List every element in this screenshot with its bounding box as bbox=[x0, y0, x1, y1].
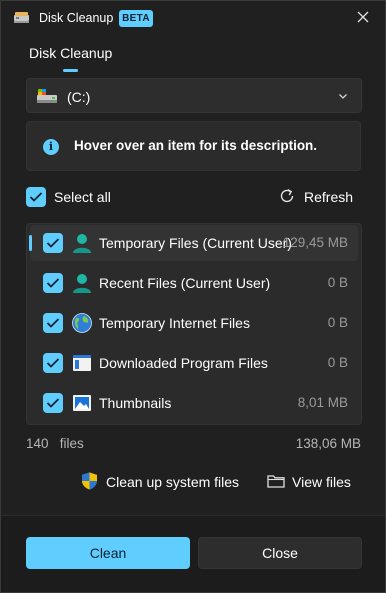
disk-cleanup-app-icon bbox=[14, 12, 29, 23]
info-text: Hover over an item for its description. bbox=[74, 138, 318, 153]
view-files-button[interactable]: View files bbox=[267, 471, 357, 493]
image-icon bbox=[73, 395, 91, 411]
files-count: 140 files bbox=[26, 436, 84, 451]
clean-button[interactable]: Clean bbox=[26, 537, 190, 569]
item-name: Recent Files (Current User) bbox=[99, 275, 271, 291]
disk-cleanup-window: Disk Cleanup BETA Disk Cleanup (C:) i Ho… bbox=[0, 0, 386, 593]
item-size: 0 B bbox=[327, 275, 348, 290]
user-icon bbox=[73, 274, 91, 293]
item-name: Temporary Files (Current User) bbox=[99, 235, 292, 251]
folder-icon bbox=[267, 475, 285, 488]
list-item-downloaded-program-files[interactable]: Downloaded Program Files 0 B bbox=[30, 345, 358, 381]
item-checkbox[interactable] bbox=[43, 313, 63, 333]
close-window-icon[interactable] bbox=[353, 7, 373, 27]
window-app-icon bbox=[73, 355, 91, 371]
refresh-icon bbox=[280, 188, 294, 203]
item-checkbox[interactable] bbox=[43, 393, 63, 413]
close-button[interactable]: Close bbox=[198, 537, 362, 569]
drive-icon bbox=[37, 89, 57, 103]
info-icon: i bbox=[43, 139, 59, 155]
chevron-down-icon bbox=[339, 94, 347, 99]
item-size: 0 B bbox=[327, 355, 348, 370]
item-checkbox[interactable] bbox=[43, 353, 63, 373]
cleanup-items-list: Temporary Files (Current User) 129,45 MB… bbox=[26, 223, 362, 425]
tab-active-indicator bbox=[63, 69, 78, 72]
uac-shield-icon bbox=[82, 472, 97, 490]
title-bar: Disk Cleanup BETA bbox=[1, 1, 385, 35]
item-size: 8,01 MB bbox=[297, 395, 348, 410]
select-all-checkbox[interactable] bbox=[26, 187, 46, 207]
selection-indicator bbox=[29, 235, 32, 251]
info-bar: i Hover over an item for its description… bbox=[26, 121, 361, 171]
dialog-footer: Clean Close bbox=[1, 515, 385, 592]
item-size: 129,45 MB bbox=[282, 235, 348, 250]
checkmark-icon bbox=[29, 192, 43, 202]
item-name: Downloaded Program Files bbox=[99, 355, 268, 371]
item-size: 0 B bbox=[327, 315, 348, 330]
view-files-label: View files bbox=[292, 474, 351, 490]
list-item-thumbnails[interactable]: Thumbnails 8,01 MB bbox=[30, 385, 358, 421]
drive-select[interactable]: (C:) bbox=[26, 78, 362, 113]
item-name: Temporary Internet Files bbox=[99, 315, 250, 331]
item-checkbox[interactable] bbox=[43, 233, 63, 253]
checkmark-icon bbox=[46, 358, 60, 368]
total-size: 138,06 MB bbox=[295, 436, 361, 451]
checkmark-icon bbox=[46, 398, 60, 408]
list-item-temporary-internet-files[interactable]: Temporary Internet Files 0 B bbox=[30, 305, 358, 341]
item-checkbox[interactable] bbox=[43, 273, 63, 293]
list-item-recent-files[interactable]: Recent Files (Current User) 0 B bbox=[30, 265, 358, 301]
refresh-button[interactable]: Refresh bbox=[278, 186, 358, 208]
user-icon bbox=[73, 234, 91, 253]
clean-system-files-label: Clean up system files bbox=[106, 474, 240, 490]
checkmark-icon bbox=[46, 318, 60, 328]
checkmark-icon bbox=[46, 278, 60, 288]
refresh-label: Refresh bbox=[304, 189, 354, 205]
select-all-label[interactable]: Select all bbox=[54, 189, 111, 205]
list-item-temporary-files[interactable]: Temporary Files (Current User) 129,45 MB bbox=[29, 225, 358, 261]
item-name: Thumbnails bbox=[99, 395, 172, 411]
drive-select-value: (C:) bbox=[67, 89, 91, 105]
clean-system-files-button[interactable]: Clean up system files bbox=[81, 471, 241, 493]
files-count-label: files bbox=[59, 436, 84, 451]
globe-icon bbox=[72, 313, 92, 333]
files-count-value: 140 bbox=[26, 436, 49, 451]
checkmark-icon bbox=[46, 238, 60, 248]
tab-disk-cleanup[interactable]: Disk Cleanup bbox=[29, 45, 112, 61]
window-title: Disk Cleanup bbox=[39, 11, 114, 25]
beta-badge: BETA bbox=[119, 10, 153, 27]
